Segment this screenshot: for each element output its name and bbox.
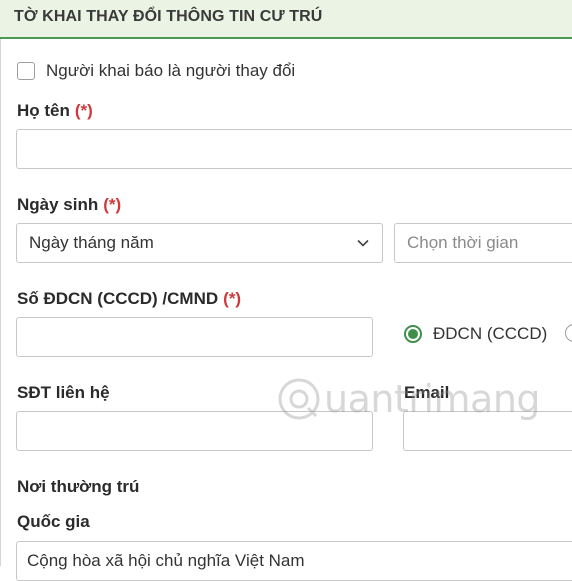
birth-format-select[interactable]: Ngày tháng năm — [16, 223, 383, 263]
form-header: TỜ KHAI THAY ĐỔI THÔNG TIN CƯ TRÚ — [0, 0, 572, 39]
declarant-checkbox[interactable] — [17, 62, 35, 80]
birth-date-label: Ngày sinh (*) — [17, 195, 121, 215]
required-marker: (*) — [103, 195, 122, 214]
required-marker: (*) — [74, 101, 93, 120]
required-marker: (*) — [223, 289, 242, 308]
radio-selected-icon[interactable] — [404, 325, 422, 343]
country-select[interactable]: Cộng hòa xã hội chủ nghĩa Việt Nam — [16, 541, 572, 581]
form-title: TỜ KHAI THAY ĐỔI THÔNG TIN CƯ TRÚ — [14, 8, 323, 25]
declarant-checkbox-row[interactable]: Người khai báo là người thay đổi — [17, 61, 295, 81]
birth-format-value: Ngày tháng năm — [29, 233, 154, 252]
radio-dot — [408, 329, 418, 339]
id-type-radio-other[interactable] — [565, 324, 572, 342]
chevron-down-icon — [356, 236, 370, 250]
id-number-label: Số ĐDCN (CCCD) /CMND (*) — [17, 289, 241, 309]
full-name-label: Họ tên (*) — [17, 101, 93, 121]
id-number-input[interactable] — [16, 317, 373, 357]
phone-label: SĐT liên hệ — [17, 383, 110, 402]
id-number-label-text: Số ĐDCN (CCCD) /CMND — [17, 289, 219, 308]
watermark-text: uantrimang — [324, 377, 541, 421]
id-type-radio-cccd[interactable]: ĐDCN (CCCD) — [404, 324, 547, 344]
watermark-logo-icon — [278, 378, 320, 420]
permanent-residence-heading: Nơi thường trú — [17, 477, 140, 496]
form-left-border — [0, 0, 1, 566]
full-name-label-text: Họ tên — [17, 101, 70, 120]
birth-date-picker-input[interactable] — [394, 223, 572, 263]
birth-date-label-text: Ngày sinh — [17, 195, 99, 214]
declarant-checkbox-label: Người khai báo là người thay đổi — [46, 61, 296, 80]
full-name-input[interactable] — [16, 129, 572, 169]
country-label: Quốc gia — [17, 512, 90, 531]
watermark: uantrimang — [276, 376, 541, 422]
id-type-radio-label: ĐDCN (CCCD) — [433, 324, 548, 343]
